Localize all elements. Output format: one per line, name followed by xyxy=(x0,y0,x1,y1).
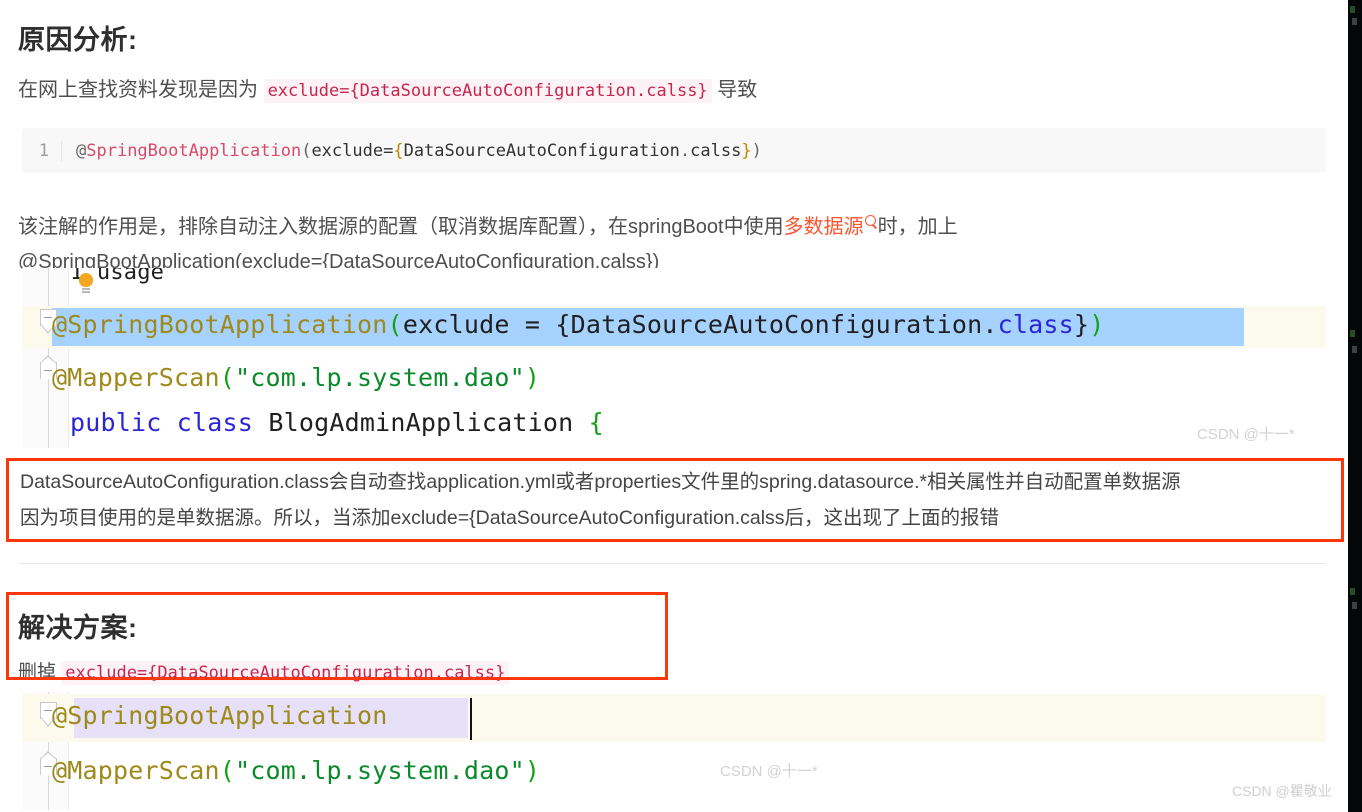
edge-fleck-1 xyxy=(1350,6,1355,13)
ide-screenshot-after: @SpringBootApplication @MapperScan("com.… xyxy=(22,692,1326,810)
ide-l2-string: "com.lp.system.dao" xyxy=(235,363,525,392)
code-token-open-paren: ( xyxy=(301,140,312,161)
code-line-number: 1 xyxy=(22,140,62,161)
code-token-open-brace: { xyxy=(393,140,404,161)
annotation-box-explanation-line-2: 因为项目使用的是单数据源。所以，当添加exclude={DataSourceAu… xyxy=(20,507,1000,529)
ide-l2-close-paren: ) xyxy=(524,363,541,392)
ide-b2-string: "com.lp.system.dao" xyxy=(235,756,525,785)
code-token-annotation: SpringBootApplication xyxy=(86,140,302,161)
code-token-close-brace: } xyxy=(741,140,752,161)
link-multi-datasource[interactable]: 多数据源 xyxy=(783,214,878,238)
search-icon xyxy=(864,214,878,230)
edge-fleck-2 xyxy=(1352,18,1357,25)
code-token-dot: . xyxy=(679,140,691,161)
ide-screenshot-before: 1 usage @SpringBootApplication(exclude =… xyxy=(22,268,1326,448)
ide-l3-open-brace: { xyxy=(588,408,604,437)
edge-fleck-5 xyxy=(1350,588,1355,595)
ide-code-line-3[interactable]: public class BlogAdminApplication { xyxy=(70,408,604,437)
ide-code-line-2[interactable]: @MapperScan("com.lp.system.dao") xyxy=(52,363,540,392)
paragraph-annotation-purpose: 该注解的作用是，排除自动注入数据源的配置（取消数据库配置），在springBoo… xyxy=(18,210,958,244)
ide-l1-arg: exclude = xyxy=(402,310,556,339)
code-token-arg: exclude= xyxy=(311,140,394,161)
ide-l1-annotation: SpringBootApplication xyxy=(67,310,388,339)
ide-l2-at: @ xyxy=(52,363,68,392)
ide-bottom-code-line-1[interactable]: @SpringBootApplication xyxy=(52,701,388,730)
ide-l2-open-paren: ( xyxy=(219,363,236,392)
code-token-close-paren: ) xyxy=(751,140,762,161)
ide-l1-keyword-class: class xyxy=(997,310,1074,339)
ide-l1-at: @ xyxy=(52,310,68,339)
link-multi-datasource-label: 多数据源 xyxy=(783,216,864,238)
ide-l1-class-name: DataSourceAutoConfiguration xyxy=(570,310,983,339)
ide-code-line-1[interactable]: @SpringBootApplication(exclude = {DataSo… xyxy=(52,310,1104,339)
ide-l1-open-paren: ( xyxy=(387,310,403,339)
ide-l3-class-name: BlogAdminApplication xyxy=(268,408,574,437)
ide-bottom-code-line-2[interactable]: @MapperScan("com.lp.system.dao") xyxy=(52,756,540,785)
ide-l3-keyword-public: public xyxy=(70,408,162,437)
ide-b1-at: @ xyxy=(52,701,68,730)
ide-b2-annotation: MapperScan xyxy=(67,756,220,785)
lightbulb-glass xyxy=(79,273,93,287)
ide-l1-close-brace: } xyxy=(1073,310,1090,339)
edge-fleck-4 xyxy=(1352,346,1357,353)
section-title-cause-analysis: 原因分析: xyxy=(18,25,138,55)
ide-b2-close-paren: ) xyxy=(524,756,541,785)
ide-b2-open-paren: ( xyxy=(219,756,236,785)
lightbulb-base-2 xyxy=(82,291,90,293)
paragraph-annotation-purpose-a: 该注解的作用是，排除自动注入数据源的配置（取消数据库配置），在springBoo… xyxy=(18,216,784,238)
ide-l2-annotation: MapperScan xyxy=(67,363,220,392)
paragraph-cause-intro-prefix: 在网上查找资料发现是因为 xyxy=(18,79,264,101)
ide-l1-open-brace: { xyxy=(555,310,571,339)
paragraph-cause-intro: 在网上查找资料发现是因为 exclude={DataSourceAutoConf… xyxy=(18,73,757,108)
code-token-prop: calss xyxy=(690,140,742,161)
section-divider xyxy=(20,563,1326,564)
edge-fleck-3 xyxy=(1350,330,1355,337)
code-token-at: @ xyxy=(76,140,87,161)
ide-watermark-top: CSDN @十一* xyxy=(1197,426,1295,443)
annotation-box-explanation-line-1: DataSourceAutoConfiguration.class会自动查找ap… xyxy=(20,471,1181,493)
paragraph-cause-intro-suffix: 导致 xyxy=(711,79,758,101)
ide-l1-close-paren: ) xyxy=(1089,310,1105,339)
inline-code-exclude: exclude={DataSourceAutoConfiguration.cal… xyxy=(263,79,712,103)
background-window-edge xyxy=(1348,0,1362,812)
article-page: 原因分析: 在网上查找资料发现是因为 exclude={DataSourceAu… xyxy=(0,0,1348,812)
annotation-box-solution xyxy=(6,592,668,680)
lightbulb-icon[interactable] xyxy=(78,273,94,295)
markdown-code-block: 1 @SpringBootApplication(exclude={DataSo… xyxy=(22,128,1326,173)
paragraph-annotation-purpose-b: 时，加上 xyxy=(877,216,958,238)
ide-l1-dot: . xyxy=(982,310,998,339)
lightbulb-base-1 xyxy=(82,288,90,290)
ide-b2-at: @ xyxy=(52,756,68,785)
ide-text-caret xyxy=(470,698,472,740)
ide-l3-keyword-class: class xyxy=(176,408,254,437)
edge-fleck-6 xyxy=(1352,602,1357,609)
ide-watermark-bottom: CSDN @十一* xyxy=(720,763,818,780)
page-watermark: CSDN @瞿敬业 xyxy=(1232,783,1332,799)
code-line-content: @SpringBootApplication(exclude={DataSour… xyxy=(62,141,762,161)
code-token-value: DataSourceAutoConfiguration xyxy=(403,140,680,161)
ide-b1-annotation: SpringBootApplication xyxy=(67,701,388,730)
